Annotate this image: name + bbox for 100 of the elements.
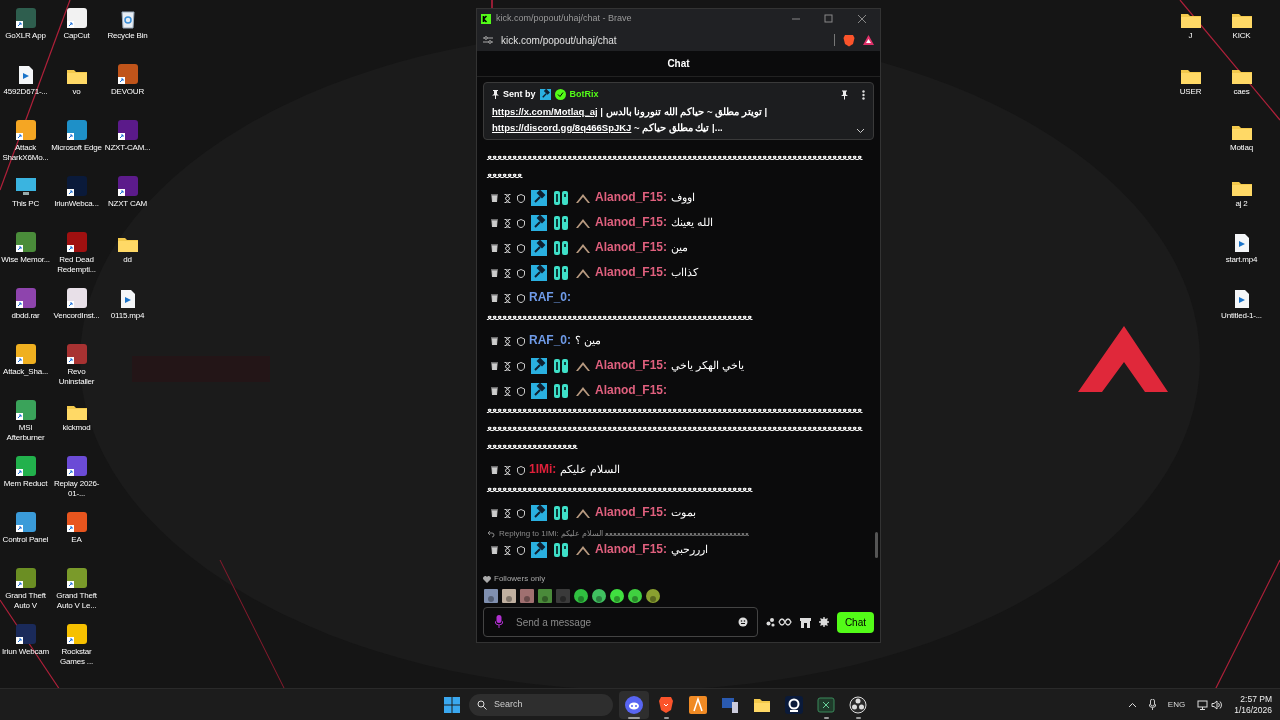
username[interactable]: Alanod_F15: bbox=[595, 358, 667, 372]
shield-icon[interactable] bbox=[517, 268, 525, 278]
lion-shield-icon[interactable] bbox=[843, 33, 855, 47]
message-field[interactable]: Send a message bbox=[483, 607, 758, 637]
desktop-icon-label[interactable]: CapCut bbox=[51, 31, 102, 41]
hourglass-icon[interactable] bbox=[504, 243, 511, 253]
desktop-icon-label[interactable]: DEVOUR bbox=[102, 87, 153, 97]
network-icon[interactable] bbox=[1197, 699, 1209, 710]
hourglass-icon[interactable] bbox=[504, 508, 511, 518]
desktop-icon-label[interactable]: This PC bbox=[0, 199, 51, 209]
webcam-icon[interactable] bbox=[785, 695, 803, 714]
desktop-icon-label[interactable]: GoXLR App bbox=[0, 31, 51, 41]
app-icon[interactable] bbox=[689, 695, 707, 714]
desktop-icon-label[interactable]: Replay 2026-01-... bbox=[51, 479, 102, 499]
link[interactable]: https://x.com/Motlaq_aj bbox=[492, 105, 598, 117]
desktop-icon-label[interactable]: Microsoft Edge bbox=[51, 143, 102, 153]
spreadsheet-icon[interactable] bbox=[817, 696, 835, 713]
desktop-icon-label[interactable]: dd bbox=[102, 255, 153, 265]
store-icon[interactable] bbox=[799, 616, 811, 628]
chevron-down-icon[interactable] bbox=[856, 127, 865, 134]
desktop-icon-label[interactable]: NZXT-CAM... bbox=[102, 143, 153, 153]
shield-icon[interactable] bbox=[517, 336, 525, 346]
desktop-icon-label[interactable]: MSI Afterburner bbox=[0, 423, 51, 443]
desktop-icon-label[interactable]: caes bbox=[1216, 87, 1267, 97]
desktop-icon-label[interactable]: Grand Theft Auto V bbox=[0, 591, 51, 611]
username[interactable]: Alanod_F15: bbox=[595, 240, 667, 254]
desktop-icon-label[interactable]: Wise Memor... bbox=[0, 255, 51, 265]
hourglass-icon[interactable] bbox=[504, 465, 511, 475]
sender-name[interactable]: BotRix bbox=[569, 88, 599, 102]
trash-icon[interactable] bbox=[491, 269, 498, 278]
hourglass-icon[interactable] bbox=[504, 193, 511, 203]
desktop-icon-label[interactable]: Motlaq bbox=[1216, 143, 1267, 153]
trash-icon[interactable] bbox=[491, 337, 498, 346]
emote-icon[interactable] bbox=[609, 588, 625, 604]
trash-icon[interactable] bbox=[491, 362, 498, 371]
hourglass-icon[interactable] bbox=[504, 336, 511, 346]
username[interactable]: Alanod_F15: bbox=[595, 215, 667, 229]
trash-icon[interactable] bbox=[491, 194, 498, 203]
trash-icon[interactable] bbox=[491, 244, 498, 253]
desktop-icon-label[interactable]: Grand Theft Auto V Le... bbox=[51, 591, 102, 611]
desktop-icon-label[interactable]: KICK bbox=[1216, 31, 1267, 41]
desktop-icon-label[interactable]: Recycle Bin bbox=[102, 31, 153, 41]
record-app-icon[interactable] bbox=[849, 695, 867, 714]
emote-icon[interactable] bbox=[591, 588, 607, 604]
taskbar-app[interactable] bbox=[619, 690, 649, 719]
desktop-icon-label[interactable]: aj 2 bbox=[1216, 199, 1267, 209]
computer-icon[interactable] bbox=[721, 695, 739, 714]
emote-icon[interactable] bbox=[573, 588, 589, 604]
desktop-icon-label[interactable]: vo bbox=[51, 87, 102, 97]
lion-shield-icon[interactable] bbox=[658, 695, 674, 714]
clock-time[interactable]: 2:57 PM bbox=[1240, 693, 1272, 705]
desktop-icon-label[interactable]: Rockstar Games ... bbox=[51, 647, 102, 667]
username[interactable]: Alanod_F15: bbox=[595, 505, 667, 519]
send-chat-button[interactable]: Chat bbox=[836, 611, 874, 633]
hourglass-icon[interactable] bbox=[504, 386, 511, 396]
username[interactable]: Alanod_F15: bbox=[595, 190, 667, 204]
hourglass-icon[interactable] bbox=[504, 268, 511, 278]
microphone-icon[interactable] bbox=[1148, 699, 1156, 710]
username[interactable]: RAF_0: bbox=[529, 333, 571, 347]
desktop-icon-label[interactable]: EA bbox=[51, 535, 102, 545]
trash-icon[interactable] bbox=[491, 466, 498, 475]
hourglass-icon[interactable] bbox=[504, 545, 511, 555]
trash-icon[interactable] bbox=[491, 509, 498, 518]
trash-icon[interactable] bbox=[491, 219, 498, 228]
desktop-icon-label[interactable]: kickmod bbox=[51, 423, 102, 433]
emote-icon[interactable] bbox=[537, 588, 553, 604]
emote-icon[interactable] bbox=[627, 588, 643, 604]
folder-icon[interactable] bbox=[753, 696, 771, 713]
trash-icon[interactable] bbox=[491, 546, 498, 555]
chevron-up-icon[interactable] bbox=[1127, 701, 1137, 708]
trash-icon[interactable] bbox=[491, 387, 498, 396]
clock-date[interactable]: 1/16/2026 bbox=[1234, 704, 1272, 716]
hourglass-icon[interactable] bbox=[504, 361, 511, 371]
desktop-icon-label[interactable]: Untitled-1-... bbox=[1216, 311, 1267, 321]
emote-icon[interactable] bbox=[483, 588, 499, 604]
username[interactable]: Alanod_F15: bbox=[595, 542, 667, 556]
desktop-icon-label[interactable]: Red Dead Redempti... bbox=[51, 255, 102, 275]
desktop-icon-label[interactable]: Control Panel bbox=[0, 535, 51, 545]
shield-icon[interactable] bbox=[517, 361, 525, 371]
search-field[interactable]: Search bbox=[469, 693, 613, 716]
shield-icon[interactable] bbox=[517, 545, 525, 555]
desktop-icon-label[interactable]: Attack SharkX6Mo... bbox=[0, 143, 51, 163]
desktop-icon-label[interactable]: Revo Uninstaller bbox=[51, 367, 102, 387]
settings-icon[interactable] bbox=[818, 617, 829, 627]
desktop-icon-label[interactable]: start.mp4 bbox=[1216, 255, 1267, 265]
chat-app-icon[interactable] bbox=[625, 695, 643, 714]
shield-icon[interactable] bbox=[517, 465, 525, 475]
hourglass-icon[interactable] bbox=[504, 218, 511, 228]
username[interactable]: Alanod_F15: bbox=[595, 383, 667, 397]
desktop-icon-label[interactable]: 0115.mp4 bbox=[102, 311, 153, 321]
emote-icon[interactable] bbox=[519, 588, 535, 604]
desktop-icon-label[interactable]: 4592D671-... bbox=[0, 87, 51, 97]
volume-icon[interactable] bbox=[1211, 699, 1223, 710]
shield-icon[interactable] bbox=[517, 293, 525, 303]
shield-icon[interactable] bbox=[517, 508, 525, 518]
desktop-icon-label[interactable]: dbdd.rar bbox=[0, 311, 51, 321]
more-icon[interactable] bbox=[862, 90, 865, 100]
desktop-icon-label[interactable]: IriunWebca... bbox=[51, 199, 102, 209]
language-indicator[interactable]: ENG bbox=[1167, 698, 1186, 711]
triangle-icon[interactable] bbox=[863, 35, 874, 45]
